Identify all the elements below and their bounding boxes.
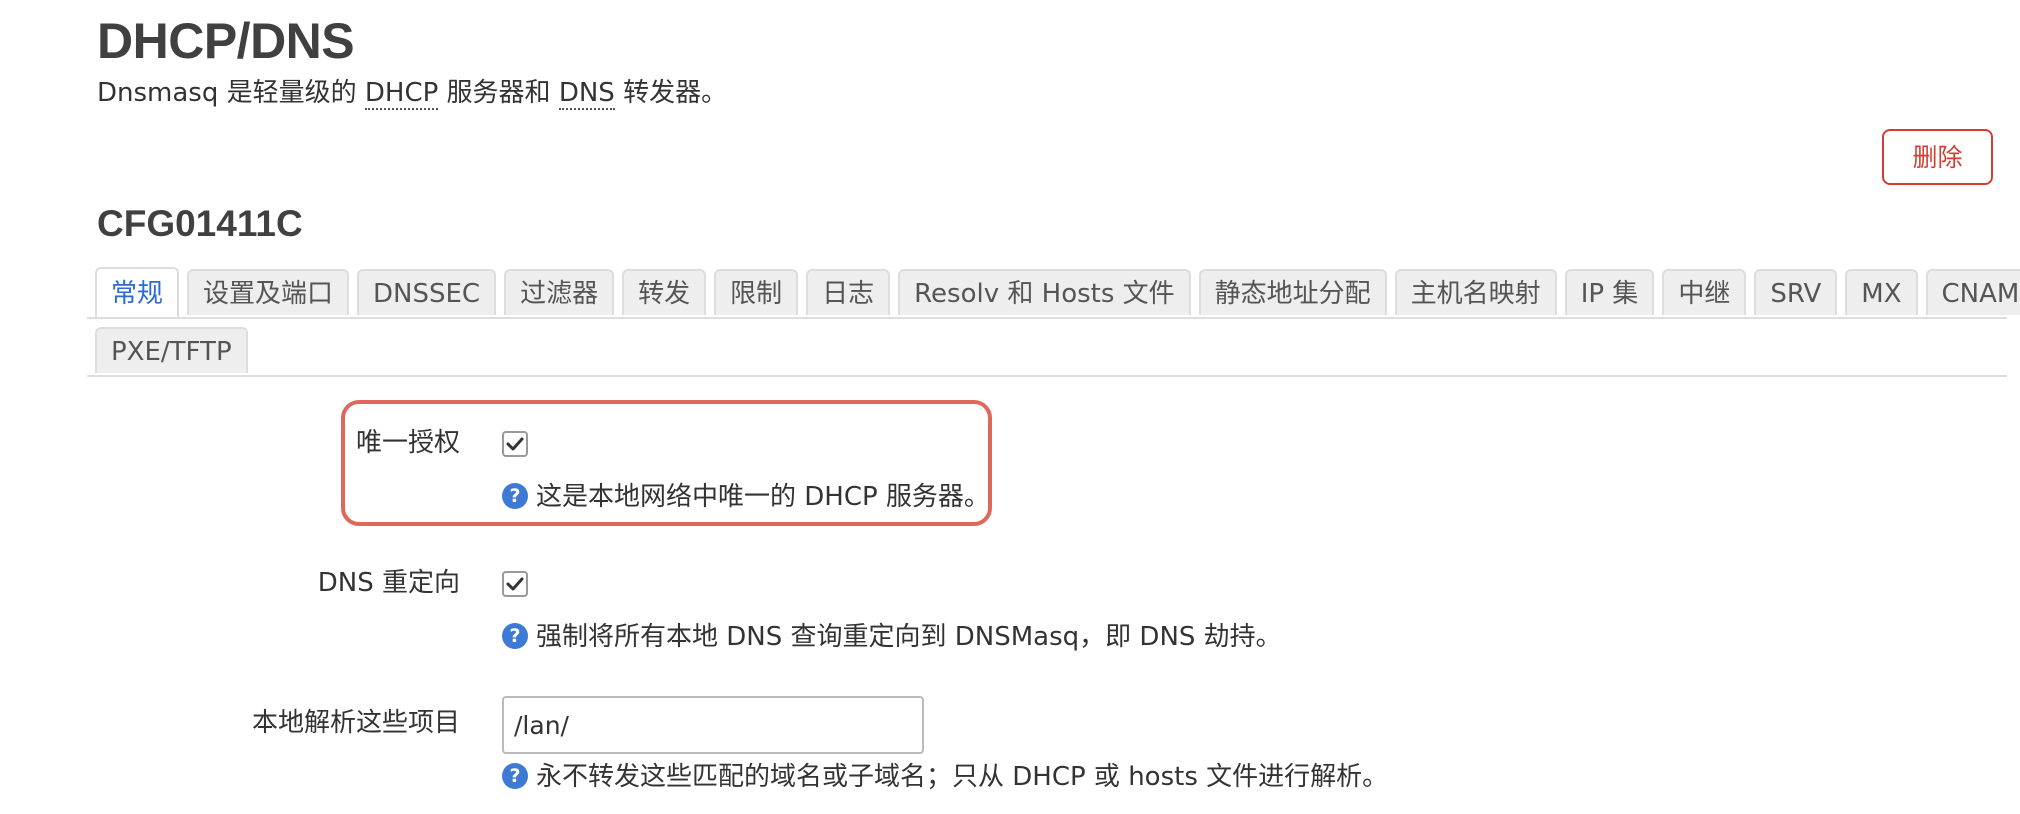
- tab-dnssec[interactable]: DNSSEC: [357, 269, 497, 315]
- local-domain-input[interactable]: [502, 696, 924, 754]
- tab-static-leases[interactable]: 静态地址分配: [1198, 269, 1387, 315]
- tab-limits[interactable]: 限制: [714, 269, 799, 315]
- page-title: DHCP/DNS: [97, 13, 355, 69]
- section-title: CFG01411C: [97, 203, 303, 244]
- tab-row-2: PXE/TFTP: [87, 325, 2007, 377]
- help-icon: ?: [502, 483, 528, 509]
- checkmark-icon: [506, 577, 524, 591]
- description-prefix: Dnsmasq 是轻量级的: [97, 78, 365, 108]
- authoritative-label: 唯一授权: [355, 428, 460, 458]
- dns-redirect-help-text: 强制将所有本地 DNS 查询重定向到 DNSMasq，即 DNS 劫持。: [536, 622, 1282, 652]
- tab-relay[interactable]: 中继: [1662, 269, 1747, 315]
- tab-bar: 常规 设置及端口 DNSSEC 过滤器 转发 限制 日志 Resolv 和 Ho…: [87, 267, 2020, 377]
- tab-pxe-tftp[interactable]: PXE/TFTP: [95, 327, 248, 373]
- page-description: Dnsmasq 是轻量级的 DHCP 服务器和 DNS 转发器。: [97, 74, 727, 112]
- tab-ipsets[interactable]: IP 集: [1564, 269, 1655, 315]
- authoritative-help-text: 这是本地网络中唯一的 DHCP 服务器。: [536, 482, 990, 512]
- local-domain-help: ? 永不转发这些匹配的域名或子域名；只从 DHCP 或 hosts 文件进行解析。: [502, 760, 1388, 794]
- tab-filters[interactable]: 过滤器: [504, 269, 615, 315]
- tab-resolv-hosts[interactable]: Resolv 和 Hosts 文件: [898, 269, 1191, 315]
- local-domain-help-text: 永不转发这些匹配的域名或子域名；只从 DHCP 或 hosts 文件进行解析。: [536, 762, 1389, 792]
- authoritative-checkbox[interactable]: [502, 431, 528, 457]
- description-suffix: 转发器。: [614, 78, 728, 108]
- tab-forwards[interactable]: 转发: [622, 269, 707, 315]
- tab-logging[interactable]: 日志: [806, 269, 891, 315]
- tab-mx[interactable]: MX: [1845, 269, 1918, 315]
- dns-redirect-label: DNS 重定向: [317, 568, 460, 598]
- checkmark-icon: [506, 437, 524, 451]
- tab-hostnames[interactable]: 主机名映射: [1394, 269, 1557, 315]
- local-domain-label: 本地解析这些项目: [251, 708, 460, 738]
- tab-general[interactable]: 常规: [95, 267, 180, 317]
- authoritative-help: ? 这是本地网络中唯一的 DHCP 服务器。: [502, 480, 990, 514]
- dns-redirect-checkbox[interactable]: [502, 571, 528, 597]
- tab-srv[interactable]: SRV: [1754, 269, 1838, 315]
- tab-row-1: 常规 设置及端口 DNSSEC 过滤器 转发 限制 日志 Resolv 和 Ho…: [87, 267, 2020, 319]
- dns-abbr: DNS: [558, 78, 615, 110]
- tab-cname[interactable]: CNAME: [1925, 269, 2020, 315]
- dns-redirect-help: ? 强制将所有本地 DNS 查询重定向到 DNSMasq，即 DNS 劫持。: [502, 620, 1282, 654]
- tab-settings-ports[interactable]: 设置及端口: [187, 269, 350, 315]
- help-icon: ?: [502, 763, 528, 789]
- description-middle: 服务器和: [438, 78, 559, 108]
- dhcp-dns-page: DHCP/DNS Dnsmasq 是轻量级的 DHCP 服务器和 DNS 转发器…: [0, 0, 2020, 814]
- help-icon: ?: [502, 623, 528, 649]
- delete-button[interactable]: 删除: [1882, 129, 1993, 185]
- dhcp-abbr: DHCP: [364, 78, 439, 110]
